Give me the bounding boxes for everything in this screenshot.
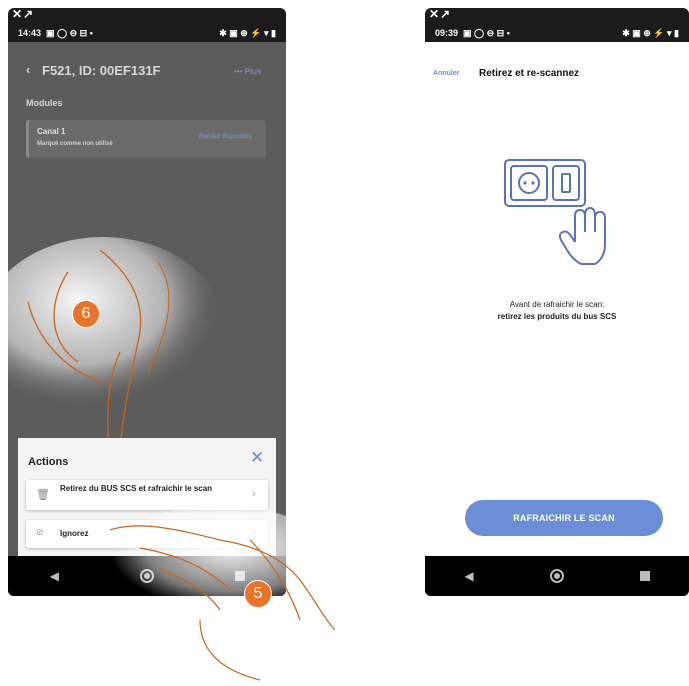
- instruction-line-2: retirez les produits du bus SCS: [497, 312, 617, 321]
- close-sheet-icon[interactable]: ✕: [250, 448, 264, 468]
- actions-title: Actions: [28, 456, 69, 468]
- page-title: F521, ID: 00EF131F: [42, 63, 161, 78]
- pointing-hand-illustration: [8, 237, 223, 463]
- instruction-line-1: Avant de rafraichir le scan:: [509, 300, 605, 309]
- chevron-right-icon: ›: [252, 488, 256, 500]
- callout-5: 5: [244, 580, 272, 608]
- close-screenshot-icon: ✕↗: [429, 8, 452, 21]
- close-screenshot-icon: ✕↗: [12, 8, 35, 21]
- trash-icon: 🗑: [36, 489, 50, 501]
- home-icon: [550, 569, 564, 583]
- section-title: Modules: [26, 98, 63, 108]
- status-time: 14:43: [18, 27, 42, 38]
- status-bar: 14:43 ▣ ◯ ⊖ ⊟ • ✱ ▣ ⊕ ⚡ ▾ ▮: [18, 27, 276, 38]
- tapping-hand-illustration: [109, 505, 336, 681]
- callout-6: 6: [72, 300, 100, 328]
- right-app-screen: Annuler Retirez et re-scannez Avant de r…: [425, 42, 689, 596]
- status-icons: ✱ ▣ ⊕ ⚡ ▾ ▮: [622, 27, 679, 38]
- back-icon[interactable]: ‹: [26, 62, 30, 77]
- module-card[interactable]: Canal 1 Marqué comme non utilisé Rendez …: [26, 120, 266, 158]
- make-available-link[interactable]: Rendez disponible: [199, 134, 252, 140]
- module-status: Marqué comme non utilisé: [37, 141, 113, 147]
- status-icons: ✱ ▣ ⊕ ⚡ ▾ ▮: [219, 27, 276, 38]
- recents-nav-button[interactable]: [633, 564, 657, 588]
- socket-hand-icon: [504, 159, 606, 265]
- back-nav-button[interactable]: ◀: [42, 564, 66, 588]
- more-menu[interactable]: ••• Plus: [234, 67, 262, 76]
- recents-icon: [640, 571, 650, 581]
- refresh-scan-button[interactable]: RAFRAICHIR LE SCAN: [465, 500, 663, 536]
- page-title: Retirez et re-scannez: [479, 68, 580, 79]
- back-nav-button[interactable]: ◀: [457, 564, 481, 588]
- right-phone-frame: ✕↗ 09:39 ▣ ◯ ⊖ ⊟ • ✱ ▣ ⊕ ⚡ ▾ ▮ Annuler R…: [425, 8, 689, 596]
- eye-off-icon: ⊘: [36, 527, 44, 537]
- home-nav-button[interactable]: [545, 564, 569, 588]
- status-time: 09:39: [435, 27, 459, 38]
- cancel-link[interactable]: Annuler: [433, 70, 459, 77]
- remove-option-label: Retirez du BUS SCS et rafraichir le scan: [60, 484, 213, 493]
- status-bar: 09:39 ▣ ◯ ⊖ ⊟ • ✱ ▣ ⊕ ⚡ ▾ ▮: [435, 27, 679, 38]
- module-name: Canal 1: [37, 127, 66, 136]
- ignore-option-label: Ignorez: [60, 529, 89, 538]
- android-nav-bar: ◀: [425, 556, 689, 596]
